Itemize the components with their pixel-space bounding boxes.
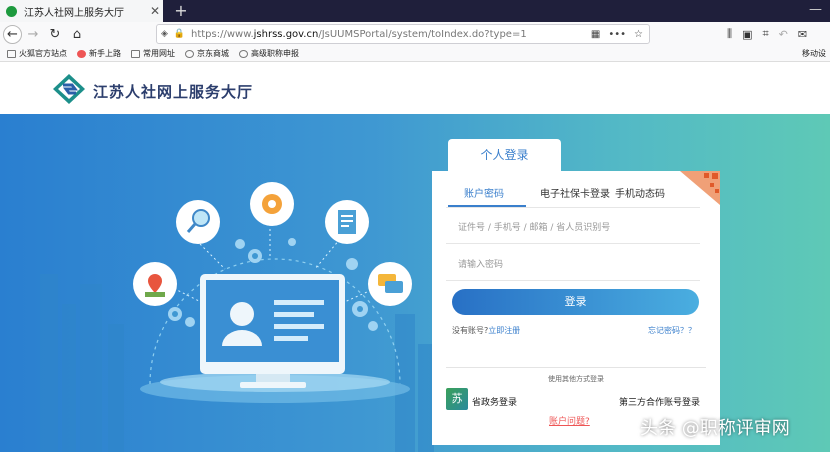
id-input[interactable] — [446, 212, 700, 243]
password-input[interactable] — [446, 249, 700, 280]
gov-login-link[interactable]: 省政务登录 — [472, 395, 517, 408]
chat-bubble-icon — [368, 262, 412, 306]
firefox-icon — [77, 49, 86, 58]
magnifier-icon — [176, 200, 220, 244]
sidebar-icon[interactable]: ▣ — [742, 28, 752, 41]
site-logo-icon[interactable] — [52, 73, 86, 105]
tab-account-password[interactable]: 账户密码 — [464, 185, 504, 200]
tab-sms-code[interactable]: 手机动态码 — [615, 185, 665, 200]
location-pin-icon — [133, 262, 177, 306]
folder-icon — [7, 49, 16, 58]
shield-icon[interactable]: ◈ — [157, 29, 172, 39]
library-icon[interactable]: ⫼ — [727, 27, 732, 41]
bookmark-item[interactable]: 常用网址 — [131, 48, 175, 59]
bookmarks-bar: 火狐官方站点 新手上路 常用网址 京东商城 高级职称申报 移动设 — [0, 46, 830, 62]
gear-icon — [250, 182, 294, 226]
back-icon[interactable]: ← — [3, 24, 22, 44]
undo-icon[interactable]: ↶ — [779, 28, 788, 41]
bookmark-item[interactable]: 火狐官方站点 — [7, 48, 67, 59]
service-illustration — [40, 182, 434, 452]
tabs-divider — [446, 207, 700, 208]
globe-icon — [185, 49, 194, 58]
chat-icon[interactable]: ✉ — [798, 28, 807, 41]
qr-code-icon[interactable]: ▦ — [591, 29, 600, 40]
no-account-text: 没有账号?立即注册 — [452, 326, 521, 335]
login-panel: 账户密码 电子社保卡登录 手机动态码 登录 没有账号?立即注册 忘记密码？？ 使… — [432, 171, 720, 445]
register-link[interactable]: 立即注册 — [488, 326, 520, 335]
login-button[interactable]: 登录 — [452, 289, 699, 315]
site-header: 江苏人社网上服务大厅 — [0, 62, 830, 114]
new-tab-icon[interactable]: + — [170, 0, 192, 22]
reload-icon[interactable]: ↻ — [44, 23, 66, 45]
other-methods-label: 使用其他方式登录 — [548, 375, 604, 383]
crop-icon[interactable]: ⌗ — [762, 27, 768, 41]
bookmark-item[interactable]: 新手上路 — [77, 48, 121, 59]
document-icon — [325, 200, 369, 244]
lock-icon[interactable]: 🔒 — [172, 29, 187, 39]
minimize-icon[interactable]: — — [809, 2, 822, 17]
browser-tab[interactable]: 江苏人社网上服务大厅 ✕ — [0, 0, 163, 22]
folder-icon — [131, 49, 140, 58]
url-bar[interactable]: ◈ 🔒 https://www.jshrss.gov.cn/JsUUMSPort… — [156, 24, 650, 44]
tab-e-social-card[interactable]: 电子社保卡登录 — [540, 185, 610, 200]
id-field[interactable] — [446, 212, 700, 244]
other-methods-divider — [446, 367, 706, 368]
site-title: 江苏人社网上服务大厅 — [93, 83, 254, 101]
third-party-login-link[interactable]: 第三方合作账号登录 — [619, 395, 700, 408]
site-favicon-icon — [6, 5, 17, 17]
bookmark-item[interactable]: 高级职称申报 — [239, 48, 299, 59]
home-icon[interactable]: ⌂ — [66, 23, 88, 45]
watermark: 头条 @职称评审网 — [640, 418, 790, 439]
bookmark-item[interactable]: 京东商城 — [185, 48, 229, 59]
mobile-bookmarks[interactable]: 移动设 — [802, 48, 826, 59]
forward-icon[interactable]: → — [22, 23, 44, 45]
tab-title: 江苏人社网上服务大厅 — [24, 7, 124, 19]
gov-service-icon[interactable]: 苏 — [446, 388, 468, 410]
tab-strip: 江苏人社网上服务大厅 ✕ + — — [0, 0, 830, 22]
login-method-tabs: 账户密码 电子社保卡登录 手机动态码 — [432, 181, 720, 205]
url-text[interactable]: https://www.jshrss.gov.cn/JsUUMSPortal/s… — [191, 29, 591, 40]
bookmark-star-icon[interactable]: ☆ — [634, 29, 643, 40]
password-field[interactable] — [446, 249, 700, 281]
close-tab-icon[interactable]: ✕ — [147, 4, 163, 18]
globe-icon — [239, 49, 248, 58]
nav-bar: ← → ↻ ⌂ ◈ 🔒 https://www.jshrss.gov.cn/Js… — [0, 22, 830, 46]
account-problem-link[interactable]: 账户问题? — [549, 414, 590, 427]
more-actions-icon[interactable]: ••• — [608, 29, 626, 40]
forgot-password-link[interactable]: 忘记密码？？ — [648, 325, 696, 336]
personal-login-tab[interactable]: 个人登录 — [448, 139, 561, 171]
